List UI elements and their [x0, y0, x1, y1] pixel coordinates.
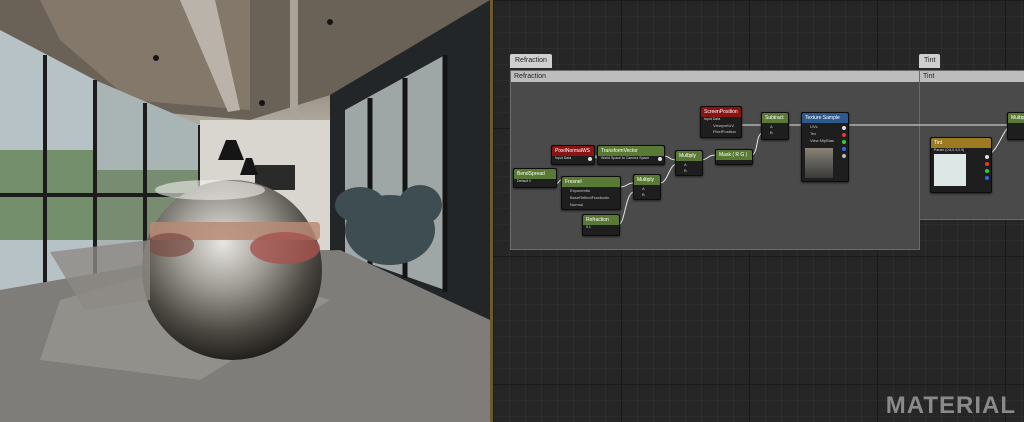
pin-r[interactable] — [842, 133, 846, 137]
node-mask-rg[interactable]: Mask ( R G ) — [715, 149, 753, 165]
node-pixel-normal-title: PixelNormalWS — [552, 146, 594, 156]
node-fresnel-title: Fresnel — [562, 177, 620, 187]
pin-g[interactable] — [985, 169, 989, 173]
node-multiply-b-title: Multiply — [634, 175, 660, 185]
tint-color-swatch — [934, 154, 966, 186]
editor-window: Refraction Refraction Tint Tint PixelNor… — [0, 0, 1024, 422]
sphere-reflection-chair — [146, 233, 194, 257]
chrome-sphere — [142, 180, 322, 360]
ceiling-beam — [290, 0, 298, 125]
node-tint-title: Tint — [931, 138, 991, 148]
pin-label-pixelposition: PixelPosition — [713, 129, 736, 134]
sphere-highlight — [155, 180, 265, 200]
node-multiply-b[interactable]: Multiply A B — [633, 174, 661, 200]
node-multiply-c[interactable]: Multiply — [1007, 112, 1024, 140]
node-bend-spread-title: BendSpread — [514, 169, 556, 179]
node-transform-vector-sub: World Space to Camera Space — [601, 156, 650, 160]
node-tint-sub: Param (0.8,0.9,0.9) — [934, 148, 965, 152]
node-subtract[interactable]: Subtract A B — [761, 112, 789, 140]
node-refraction-param[interactable]: Refraction 0.1 — [582, 214, 620, 236]
pin-r[interactable] — [985, 162, 989, 166]
pin-b[interactable] — [842, 147, 846, 151]
pin-g[interactable] — [842, 140, 846, 144]
node-screen-position[interactable]: ScreenPosition Input Data ViewportUV Pix… — [700, 106, 742, 138]
node-wires — [554, 124, 1024, 226]
node-pixel-normal[interactable]: PixelNormalWS Input Data — [551, 145, 595, 165]
node-multiply-a-title: Multiply — [676, 151, 702, 161]
pin-label-a: A — [642, 186, 645, 191]
pin-label-basereflect: BaseReflectFractionIn — [570, 195, 610, 200]
node-texture-sample-title: Texture Sample — [802, 113, 848, 123]
node-bend-spread-sub: Default 0 — [517, 179, 532, 183]
pin-label-b: B — [684, 168, 687, 173]
node-fresnel[interactable]: Fresnel ExponentIn BaseReflectFractionIn… — [561, 176, 621, 210]
node-bend-spread[interactable]: BendSpread Default 0 — [513, 168, 557, 188]
node-multiply-c-title: Multiply — [1008, 113, 1024, 123]
scene-render — [0, 0, 490, 422]
node-texture-sample[interactable]: Texture Sample UVs Tex View MipBias — [801, 112, 849, 182]
node-screen-position-title: ScreenPosition — [701, 107, 741, 117]
pin-label-b: B — [642, 192, 645, 197]
pin-label-exponentin: ExponentIn — [570, 188, 591, 193]
pin-output[interactable] — [588, 157, 592, 161]
node-tint[interactable]: Tint Param (0.8,0.9,0.9) — [930, 137, 992, 193]
scene-viewport[interactable] — [0, 0, 490, 422]
node-transform-vector-title: TransformVector — [598, 146, 664, 156]
pin-a[interactable] — [842, 154, 846, 158]
node-multiply-a[interactable]: Multiply A B — [675, 150, 703, 176]
pin-label-a: A — [684, 162, 687, 167]
node-mask-rg-title: Mask ( R G ) — [716, 150, 752, 160]
node-subtract-title: Subtract — [762, 113, 788, 123]
wire-fresnel-multiply — [619, 182, 634, 188]
pin-output[interactable] — [658, 157, 662, 161]
node-refraction-param-title: Refraction — [583, 215, 619, 225]
pin-b[interactable] — [985, 176, 989, 180]
pin-rgb[interactable] — [985, 155, 989, 159]
sphere-reflection-chairs — [250, 232, 320, 264]
node-refraction-param-sub: 0.1 — [586, 225, 591, 229]
material-watermark: MATERIAL — [885, 392, 1016, 419]
pin-label-viewportuv: ViewportUV — [713, 123, 735, 128]
material-graph[interactable]: Refraction Refraction Tint Tint PixelNor… — [493, 0, 1024, 422]
wire-multiply-mask — [700, 154, 717, 161]
pin-rgb[interactable] — [842, 126, 846, 130]
texture-thumbnail — [805, 148, 833, 178]
node-transform-vector[interactable]: TransformVector World Space to Camera Sp… — [597, 145, 665, 165]
pin-label-normal: Normal — [570, 202, 583, 207]
pin-label-a: A — [770, 124, 773, 129]
pin-label-b: B — [770, 130, 773, 135]
